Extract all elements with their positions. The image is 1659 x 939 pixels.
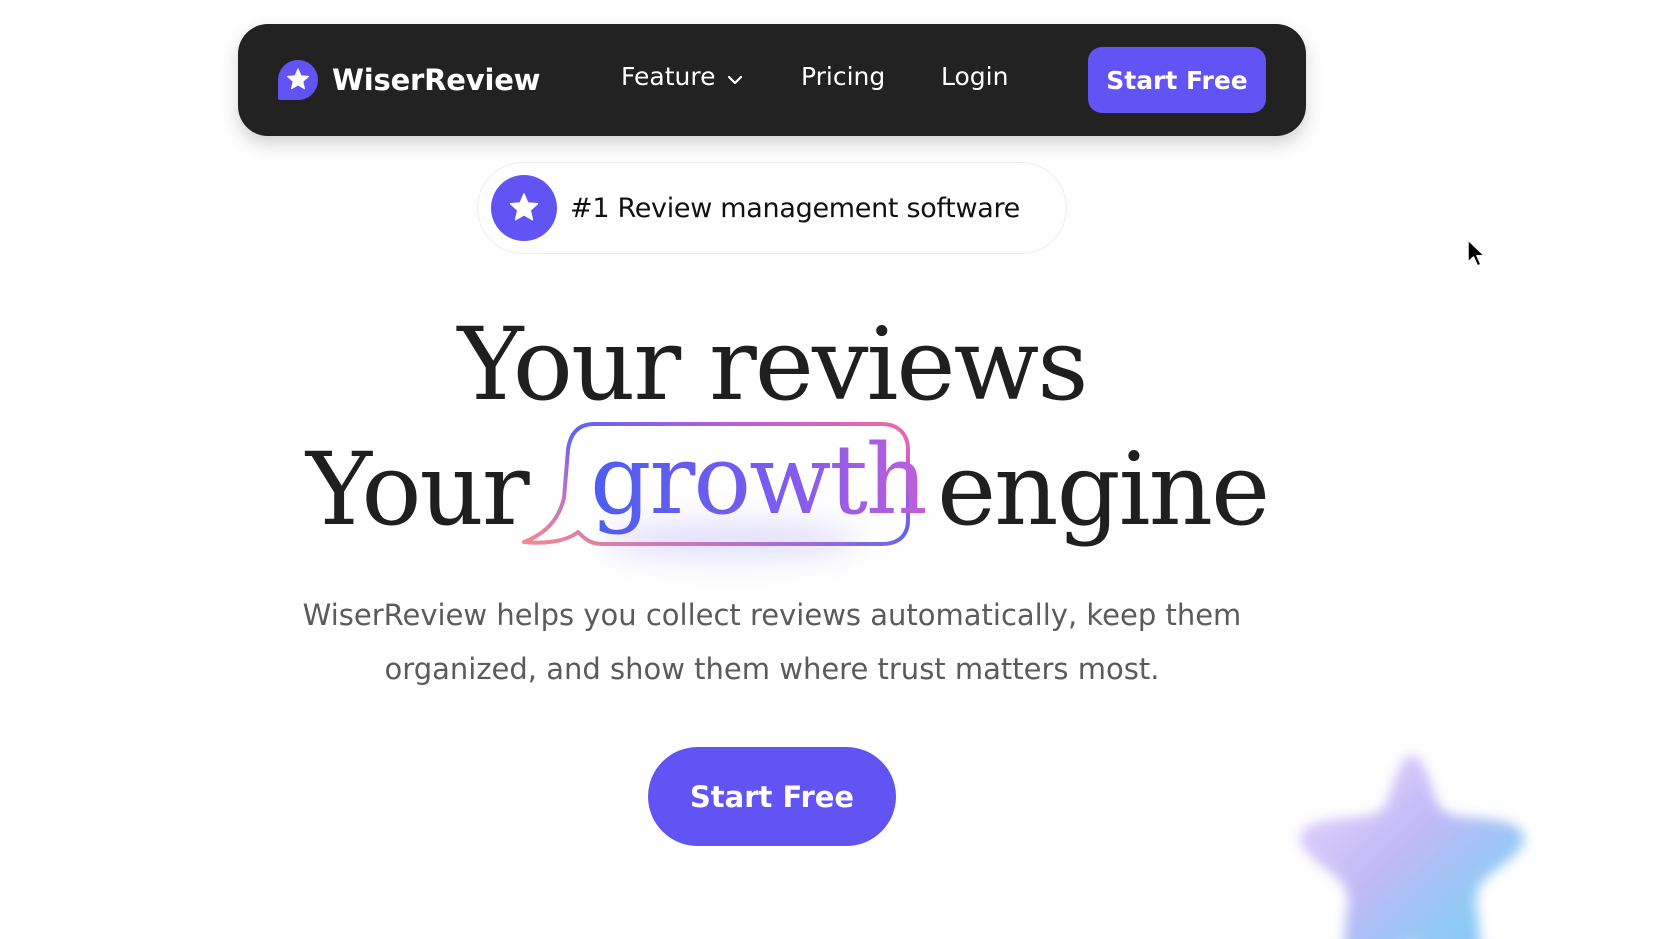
hero-subtitle: WiserReview helps you collect reviews au… [302, 598, 1242, 686]
top-navbar: WiserReview Feature Pricing Login Start … [238, 24, 1306, 136]
nav-start-free-button[interactable]: Start Free [1088, 47, 1266, 113]
nav-pricing-link[interactable]: Pricing [801, 62, 885, 91]
hero-headline-highlight: growth [590, 424, 928, 536]
hero-headline-line2-suffix: engine [937, 431, 1270, 548]
nav-login-link[interactable]: Login [941, 62, 1008, 91]
brand-logo-link[interactable]: WiserReview [276, 58, 540, 102]
hero-headline-line1: Your reviews [457, 306, 1088, 423]
hero-start-free-button[interactable]: Start Free [648, 747, 896, 846]
mouse-pointer-icon [1466, 238, 1490, 270]
gradient-star-icon [1262, 735, 1562, 939]
hero-headline-line2-prefix: Your [306, 431, 530, 548]
brand-name: WiserReview [332, 63, 541, 97]
star-icon [491, 175, 557, 241]
badge-text: #1 Review management software [570, 192, 1020, 224]
nav-feature-label: Feature [621, 62, 716, 91]
star-chat-icon [276, 58, 320, 102]
nav-feature-dropdown[interactable]: Feature [621, 62, 745, 91]
ranking-badge: #1 Review management software [477, 162, 1067, 254]
chevron-down-icon [725, 67, 745, 87]
